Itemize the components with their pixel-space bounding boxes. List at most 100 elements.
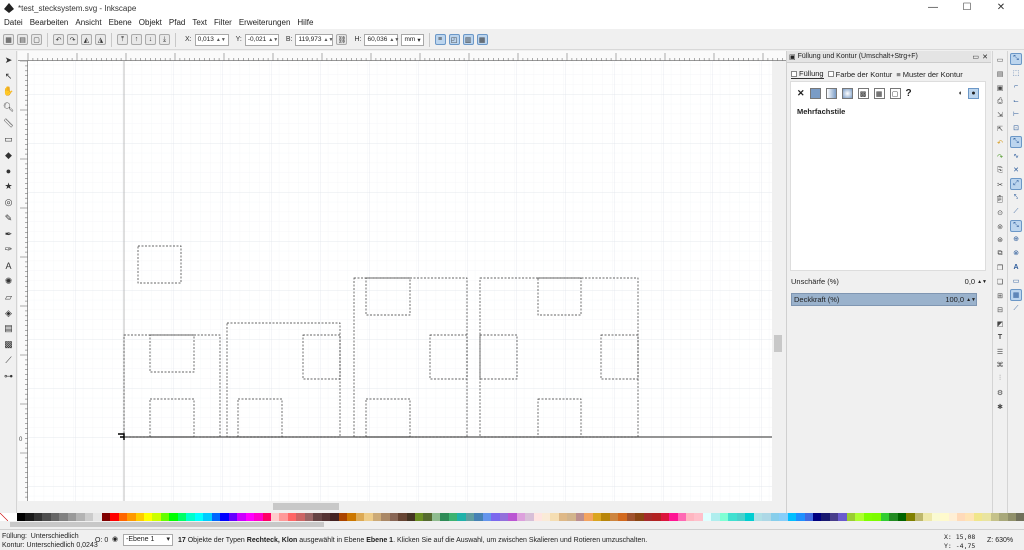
snap-guide-icon[interactable]: ⟋ <box>1010 303 1022 315</box>
palette-swatch[interactable] <box>67 513 77 521</box>
height-field[interactable]: 60,036 ▲▼ <box>364 33 399 46</box>
palette-swatch[interactable] <box>76 513 85 521</box>
palette-swatch[interactable] <box>203 513 212 521</box>
menu-datei[interactable]: Datei <box>4 18 23 27</box>
align-icon[interactable]: ⫶ <box>995 374 1005 384</box>
palette-swatch[interactable] <box>254 513 263 521</box>
menu-hilfe[interactable]: Hilfe <box>297 18 313 27</box>
paste-icon[interactable]: 📋︎ <box>995 194 1005 204</box>
vertical-ruler[interactable]: 0 <box>18 60 28 501</box>
palette-swatch[interactable] <box>804 513 813 521</box>
ellipse-tool-icon[interactable]: ● <box>2 164 15 177</box>
palette-swatch[interactable] <box>872 513 881 521</box>
menu-objekt[interactable]: Objekt <box>139 18 162 27</box>
palette-swatch[interactable] <box>186 513 195 521</box>
palette-scroll-thumb[interactable] <box>10 522 324 527</box>
snap-toggle-icon[interactable]: ⤡ <box>1010 52 1022 65</box>
fill-rule-evenodd-icon[interactable]: ◐ <box>959 90 963 97</box>
cut-icon[interactable]: ✂ <box>995 180 1005 190</box>
spiral-tool-icon[interactable]: ◎ <box>2 196 15 209</box>
lower-icon[interactable]: ↓ <box>145 34 156 45</box>
palette-swatch[interactable] <box>846 513 856 521</box>
snap-path-icon[interactable]: ∿ <box>1010 150 1022 162</box>
palette-swatch[interactable] <box>711 513 720 521</box>
palette-swatch[interactable] <box>25 513 34 521</box>
palette-swatch[interactable] <box>211 513 221 521</box>
palette-swatch[interactable] <box>304 513 314 521</box>
palette-swatch[interactable] <box>110 513 119 521</box>
palette-swatch[interactable] <box>338 513 348 521</box>
palette-swatch[interactable] <box>516 513 526 521</box>
raise-icon[interactable]: ↑ <box>131 34 142 45</box>
palette-swatch[interactable] <box>330 513 339 521</box>
fill-value[interactable]: Unterschiedlich <box>31 533 79 540</box>
star-tool-icon[interactable]: ★ <box>2 180 15 193</box>
spin-arrows-icon[interactable]: ▲▼ <box>268 37 278 43</box>
lower-to-bottom-icon[interactable]: ⤓ <box>159 34 170 45</box>
palette-none-swatch[interactable] <box>0 513 9 521</box>
palette-swatch[interactable] <box>525 513 534 521</box>
palette-swatch[interactable] <box>660 513 670 521</box>
palette-swatch[interactable] <box>821 513 830 521</box>
palette-swatch[interactable] <box>431 513 441 521</box>
new-document-icon[interactable]: ▭ <box>995 55 1005 65</box>
palette-swatch[interactable] <box>838 513 847 521</box>
drawing-canvas[interactable] <box>28 61 772 501</box>
palette-swatch[interactable] <box>618 513 627 521</box>
radial-gradient-icon[interactable] <box>841 88 853 99</box>
zoom-field[interactable]: Z: 630% <box>987 537 1013 544</box>
palette-swatch[interactable] <box>127 513 136 521</box>
measure-tool-icon[interactable]: 📏︎ <box>2 117 15 130</box>
horizontal-ruler[interactable] <box>18 51 786 61</box>
palette-swatch[interactable] <box>50 513 60 521</box>
selector-tool-icon[interactable]: ➤ <box>2 54 15 67</box>
maximize-button[interactable]: ☐ <box>950 0 984 16</box>
palette-swatch[interactable] <box>220 513 229 521</box>
palette-swatch[interactable] <box>635 513 644 521</box>
palette-swatch[interactable] <box>592 513 602 521</box>
palette-swatch[interactable] <box>1016 513 1024 521</box>
palette-swatch[interactable] <box>906 513 915 521</box>
palette-swatch[interactable] <box>313 513 322 521</box>
pattern-icon[interactable]: ▦ <box>873 88 885 99</box>
snap-text-baseline-icon[interactable]: A <box>1010 261 1022 273</box>
fill-stroke-icon[interactable]: ◩ <box>995 319 1005 329</box>
x-field[interactable]: 0,013 ▲▼ <box>194 33 229 46</box>
palette-swatch[interactable] <box>237 513 246 521</box>
blur-value[interactable]: 0,0 <box>965 277 975 286</box>
opacity-row[interactable]: Deckkraft (%) 100,0 ▲▼ <box>791 293 977 306</box>
eraser-tool-icon[interactable]: ▱ <box>2 291 15 304</box>
horizontal-scrollbar[interactable] <box>28 501 772 512</box>
width-field[interactable]: 119,973 ▲▼ <box>295 33 334 46</box>
palette-swatch[interactable] <box>245 513 255 521</box>
palette-swatch[interactable] <box>796 513 805 521</box>
group-icon[interactable]: ⊞ <box>995 291 1005 301</box>
stroke-value[interactable]: Unterschiedlich 0,0243 <box>27 542 98 549</box>
scale-stroke-icon[interactable]: ≡ <box>434 34 446 45</box>
ungroup-icon[interactable]: ⊟ <box>995 305 1005 315</box>
palette-swatch[interactable] <box>321 513 331 521</box>
menu-pfad[interactable]: Pfad <box>169 18 185 27</box>
open-icon[interactable]: ▤ <box>995 69 1005 79</box>
palette-swatch[interactable] <box>59 513 68 521</box>
deselect-icon[interactable]: ▢ <box>31 34 42 45</box>
palette-swatch[interactable] <box>42 513 51 521</box>
palette-swatch[interactable] <box>601 513 610 521</box>
palette-swatch[interactable] <box>296 513 305 521</box>
gradient-tool-icon[interactable]: ▤ <box>2 322 15 335</box>
palette-swatch[interactable] <box>364 513 373 521</box>
palette-swatch[interactable] <box>550 513 559 521</box>
palette-swatch[interactable] <box>347 513 356 521</box>
palette-swatch[interactable] <box>355 513 365 521</box>
palette-swatch[interactable] <box>990 513 1000 521</box>
palette-swatch[interactable] <box>956 513 966 521</box>
flip-horizontal-icon[interactable]: ◭ <box>81 34 92 45</box>
menu-ebene[interactable]: Ebene <box>109 18 132 27</box>
snap-center-icon[interactable]: ⊕ <box>1010 233 1022 245</box>
palette-swatch[interactable] <box>279 513 288 521</box>
layer-select[interactable]: -Ebene 1 ▾ <box>123 534 173 546</box>
snap-rotation-center-icon[interactable]: ⊗ <box>1010 247 1022 259</box>
snap-path-intersection-icon[interactable]: ✕ <box>1010 164 1022 176</box>
palette-swatch[interactable] <box>609 513 619 521</box>
palette-swatch[interactable] <box>457 513 466 521</box>
